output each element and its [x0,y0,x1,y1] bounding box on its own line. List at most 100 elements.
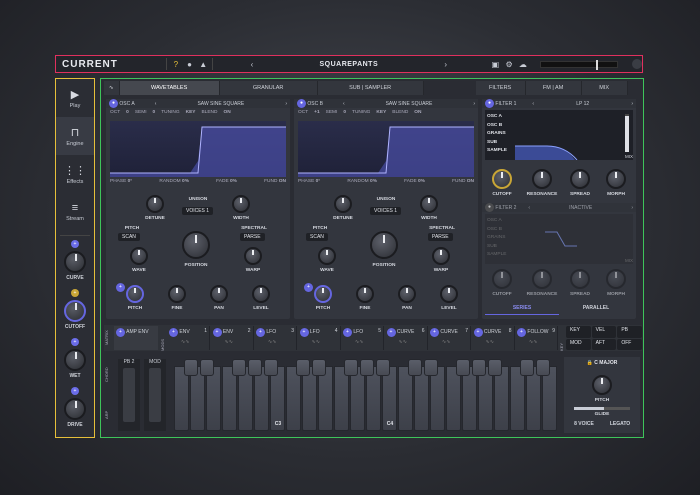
macro-link-icon[interactable]: + [71,387,79,395]
piano-black-key[interactable] [424,359,438,376]
glide-slider[interactable] [574,407,630,410]
power-icon[interactable]: ● [485,203,494,212]
pb-source[interactable]: PB [617,326,642,338]
width-knob[interactable] [232,195,250,213]
wrench-icon[interactable] [632,59,642,69]
piano-black-key[interactable] [200,359,214,376]
fine-knob[interactable] [356,285,374,303]
oct-value[interactable]: +1 [314,110,319,115]
detune-knob[interactable] [334,195,352,213]
mod-link-icon[interactable]: + [430,328,439,337]
cutoff-knob[interactable] [64,300,86,322]
blend-value[interactable]: ON [414,110,421,115]
oct-value[interactable]: 0 [126,110,129,115]
bell-icon[interactable]: ▲ [196,60,210,69]
macro-link-icon[interactable]: + [71,338,79,346]
macro-link-icon[interactable]: + [71,240,79,248]
tab-filters[interactable]: FILTERS [475,81,526,95]
piano-black-key[interactable] [248,359,262,376]
filter1-cutoff-knob[interactable] [492,169,512,189]
pan-knob[interactable] [210,285,228,303]
mod-link-icon[interactable]: + [116,283,125,292]
blend-value[interactable]: ON [223,110,230,115]
power-icon[interactable]: ● [109,99,118,108]
filter1-display[interactable]: OSC A OSC B GRAINS SUB SAMPLE MIX [485,110,633,160]
mod-slot[interactable]: + CURVE 6 ∿∿ [384,326,428,350]
mod-link-icon[interactable]: + [473,328,483,337]
next-preset-button[interactable]: › [439,60,453,69]
random-value[interactable]: 0% [182,179,189,184]
tab-fm-am[interactable]: FM | AM [525,81,582,95]
position-knob[interactable] [182,231,210,259]
mod-wheel[interactable]: MOD [144,359,166,431]
semi-value[interactable]: 0 [153,110,156,115]
cloud-icon[interactable]: ☁ [516,60,530,69]
piano-black-key[interactable] [296,359,310,376]
power-icon[interactable]: ● [485,99,494,108]
filter1-mix-slider[interactable] [625,114,629,152]
aft-source[interactable]: AFT [591,338,617,350]
wavetable-name[interactable]: SAW SINE SQUARE [156,101,285,107]
phase-value[interactable]: 0° [128,179,133,184]
phase-value[interactable]: 0° [316,179,321,184]
piano-black-key[interactable] [360,359,374,376]
parse-dropdown[interactable]: PARSE [240,233,265,241]
tab-sub-sampler[interactable]: SUB | SAMPLER [317,81,424,95]
mod-slot[interactable]: + LFO 4 ∿∿ [297,326,341,350]
prev-preset-button[interactable]: ‹ [245,60,259,69]
piano-black-key[interactable] [472,359,486,376]
piano-black-key[interactable] [312,359,326,376]
mod-link-icon[interactable]: + [343,328,352,337]
wave-knob[interactable] [318,247,336,265]
waveform-icon[interactable]: ∿ [104,81,120,95]
preset-name[interactable]: SQUAREPANTS [259,61,439,68]
mod-link-icon[interactable]: + [517,328,526,337]
scale-selector[interactable]: 🔒 C MAJOR [564,357,640,369]
mod-link-icon[interactable]: + [299,328,309,337]
drive-knob[interactable] [64,398,86,420]
macro-link-icon[interactable]: + [71,289,79,297]
off-source[interactable]: OFF [617,338,642,350]
amp-env-slot[interactable]: + AMP ENV [114,326,158,350]
osc-pitch-knob[interactable] [126,285,144,303]
warp-knob[interactable] [244,247,262,265]
random-value[interactable]: 0% [370,179,377,184]
osc-pitch-knob[interactable] [314,285,332,303]
filter1-type[interactable]: LP 12 [534,101,631,107]
tuning-value[interactable]: KEY [376,110,386,115]
voices-selector[interactable]: VOICES 1 [370,207,402,215]
mod-source[interactable]: MOD [566,338,591,350]
master-volume-slider[interactable] [539,59,619,70]
detune-knob[interactable] [146,195,164,213]
parallel-button[interactable]: PARALLEL [559,305,633,315]
semi-value[interactable]: 0 [343,110,346,115]
mod-slot[interactable]: + FOLLOW 9 ∿∿ [515,326,558,350]
scan-dropdown[interactable]: SCAN [306,233,328,241]
fade-value[interactable]: 0% [418,179,425,184]
gear-icon[interactable]: ⚙ [502,60,516,69]
piano-black-key[interactable] [536,359,550,376]
pitch-bend-wheel[interactable]: PB 2 [118,359,140,431]
piano-black-key[interactable] [376,359,390,376]
piano-black-key[interactable] [408,359,422,376]
mod-slot[interactable]: + CURVE 7 ∿∿ [428,326,471,350]
user-icon[interactable]: ● [183,60,197,69]
help-icon[interactable]: ? [169,60,183,69]
piano-black-key[interactable] [520,359,534,376]
mod-slot[interactable]: + ENV 1 ∿∿ [167,326,210,350]
mod-slot[interactable]: + LFO 5 ∿∿ [341,326,384,350]
sidebar-item-engine[interactable]: ⊓ Engine [56,117,94,155]
level-knob[interactable] [440,285,458,303]
warp-knob[interactable] [432,247,450,265]
fund-value[interactable]: ON [467,179,474,184]
tab-granular[interactable]: GRANULAR [219,81,318,95]
scan-dropdown[interactable]: SCAN [118,233,140,241]
mod-link-icon[interactable]: + [116,328,125,337]
filter2-resonance-knob[interactable] [532,269,552,289]
fine-knob[interactable] [168,285,186,303]
mod-slot[interactable]: + CURVE 8 ∿∿ [471,326,515,350]
tuning-value[interactable]: KEY [186,110,196,115]
mod-slot[interactable]: + LFO 3 ∿∿ [254,326,297,350]
save-icon[interactable]: ▣ [489,60,503,69]
tab-wavetables[interactable]: WAVETABLES [119,81,220,95]
